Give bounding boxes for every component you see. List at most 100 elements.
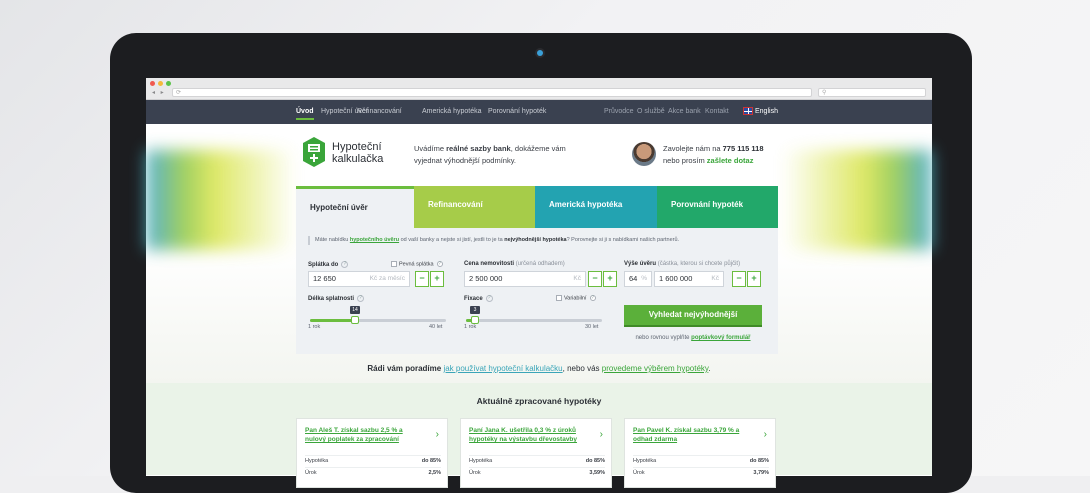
fixace-max: 30 let [585,324,599,330]
fixace-min: 1 rok [464,324,477,330]
fixace-slider-handle[interactable] [471,316,479,324]
cena-label-text: Cena nemovitosti [464,261,515,267]
close-dot[interactable] [150,81,155,86]
calculator-tabs: Hypoteční úvěr Refinancování Americká hy… [296,186,778,228]
cena-suffix: Kč [573,275,581,282]
uk-flag-icon [743,107,753,116]
nav-porovnani[interactable]: Porovnání hypoték [488,108,546,115]
nav-refinancovani[interactable]: Refinancování [357,108,402,115]
recent-card-row: Hypotéka do 85% [633,455,769,464]
back-forward-icon[interactable]: ◂ ▸ [152,89,166,96]
vyse-hint: (částka, kterou si chcete půjčit) [657,261,741,267]
nav-uvod[interactable]: Úvod [296,108,314,120]
nav-o-sluzbe[interactable]: O službě [637,108,665,115]
logo-line1: Hypoteční [332,141,382,153]
row-value: do 85% [585,458,605,464]
help-icon[interactable]: ? [436,261,443,267]
help-icon[interactable]: ? [357,295,365,302]
vyse-minus-button[interactable]: − [732,271,746,287]
browser-search[interactable]: ⚲ [818,88,926,97]
recent-card[interactable]: Pan Aleš T. získal sazbu 2,5 % a nulový … [296,418,448,488]
nav-pruvodce[interactable]: Průvodce [604,108,634,115]
fixace-slider[interactable]: 3 [466,306,602,324]
fixed-payment-checkbox[interactable]: Pevná splátka? [391,261,445,267]
percent-value: 64 [629,274,638,283]
nav-akce-bank[interactable]: Akce bank [668,108,701,115]
splatka-plus-button[interactable]: + [430,271,444,287]
contact-line2: nebo prosím [663,156,707,165]
vyse-plus-button[interactable]: + [747,271,761,287]
top-navigation: Úvod Hypoteční úvěr Refinancování Americ… [146,100,932,124]
recent-card[interactable]: Paní Jana K. ušetřila 0,3 % z úroků hypo… [460,418,612,488]
recent-card-title[interactable]: Paní Jana K. ušetřila 0,3 % z úroků hypo… [469,426,589,444]
tab-porovnani-hypotek[interactable]: Porovnání hypoték [657,186,778,228]
note-link[interactable]: hypotečního úvěru [350,237,399,243]
variable-checkbox[interactable]: Variabilní? [556,295,598,301]
recent-card-title[interactable]: Pan Aleš T. získal sazbu 2,5 % a nulový … [305,426,425,444]
splatka-minus-button[interactable]: − [415,271,429,287]
help-icon[interactable]: ? [589,295,596,301]
logo-text[interactable]: Hypoteční kalkulačka [332,141,383,165]
recent-card-row: Úrok 3,59% [469,467,605,476]
inquiry-pre: nebo rovnou vyplňte [635,335,692,341]
vyse-value: 1 600 000 [659,274,693,283]
search-best-button[interactable]: Vyhledat nejvýhodnější [624,305,762,327]
splatka-input[interactable]: 12 650 Kč za měsíc [308,271,410,287]
help-icon[interactable]: ? [341,261,349,268]
checkbox-icon [556,295,562,301]
intro-line2: vyjednat výhodnější podmínky. [414,156,517,165]
intro-text: Uvádíme reálné sazby bank, dokážeme vám … [414,143,566,167]
chevron-right-icon[interactable]: › [600,429,603,440]
send-question-link[interactable]: zašlete dotaz [707,156,754,165]
advice-line: Rádi vám poradíme jak používat hypoteční… [146,364,932,373]
delka-slider[interactable]: 14 [310,306,446,324]
logo-line2: kalkulačka [332,153,384,165]
maximize-dot[interactable] [166,81,171,86]
advice-link-guide[interactable]: provedeme výběrem hypotéky [602,364,709,373]
splatka-label: Splátka do? [308,261,349,268]
chevron-right-icon[interactable]: › [436,429,439,440]
tab-hypotecni-uver[interactable]: Hypoteční úvěr [296,186,414,228]
note-bold: nejvýhodnější hypotéka [504,237,567,243]
cena-plus-button[interactable]: + [603,271,617,287]
minimize-dot[interactable] [158,81,163,86]
splatka-suffix: Kč za měsíc [369,275,405,282]
address-bar[interactable]: ⟳ [172,88,812,97]
delka-slider-handle[interactable] [351,316,359,324]
delka-label-text: Délka splatnosti [308,296,355,303]
row-value: 2,5% [428,470,441,476]
recent-card[interactable]: Pan Pavel K. získal sazbu 3,79 % a odhad… [624,418,776,488]
row-label: Hypotéka [469,458,493,464]
inquiry-form-link[interactable]: poptávkový formulář [691,335,750,341]
row-label: Úrok [305,470,317,476]
fixace-label-text: Fixace [464,296,483,303]
inquiry-text: nebo rovnou vyplňte poptávkový formulář [628,335,758,341]
vyse-suffix: Kč [711,275,719,282]
help-icon[interactable]: ? [485,295,493,302]
tab-americka-hypoteka[interactable]: Americká hypotéka [535,186,657,228]
nav-kontakt[interactable]: Kontakt [705,108,729,115]
chevron-right-icon[interactable]: › [764,429,767,440]
nav-americka-hypoteka[interactable]: Americká hypotéka [422,108,482,115]
decorative-glow-left [146,150,296,250]
intro-pre: Uvádíme [414,144,447,153]
fixed-payment-label: Pevná splátka [399,261,434,268]
row-value: do 85% [749,458,769,464]
language-switch[interactable]: English [743,107,778,116]
webcam-dot [537,50,543,56]
percent-input[interactable]: 64% [624,271,652,287]
contact-phone[interactable]: 775 115 118 [723,144,764,153]
offer-note: Máte nabídku hypotečního úvěru od vaší b… [308,236,679,245]
contact-block: Zavolejte nám na 775 115 118 nebo prosím… [663,143,764,167]
advice-link-calculator[interactable]: jak používat hypoteční kalkulačku [443,364,562,373]
recent-card-row: Úrok 3,79% [633,467,769,476]
advice-pre: Rádi vám poradíme [367,364,444,373]
logo-icon[interactable] [302,136,326,168]
recent-card-title[interactable]: Pan Pavel K. získal sazbu 3,79 % a odhad… [633,426,753,444]
cena-input[interactable]: 2 500 000 Kč [464,271,586,287]
vyse-input[interactable]: 1 600 000 Kč [654,271,724,287]
vyse-label-text: Výše úvěru [624,261,657,267]
fixace-label: Fixace? [464,295,493,302]
tab-refinancovani[interactable]: Refinancování [414,186,535,228]
cena-minus-button[interactable]: − [588,271,602,287]
